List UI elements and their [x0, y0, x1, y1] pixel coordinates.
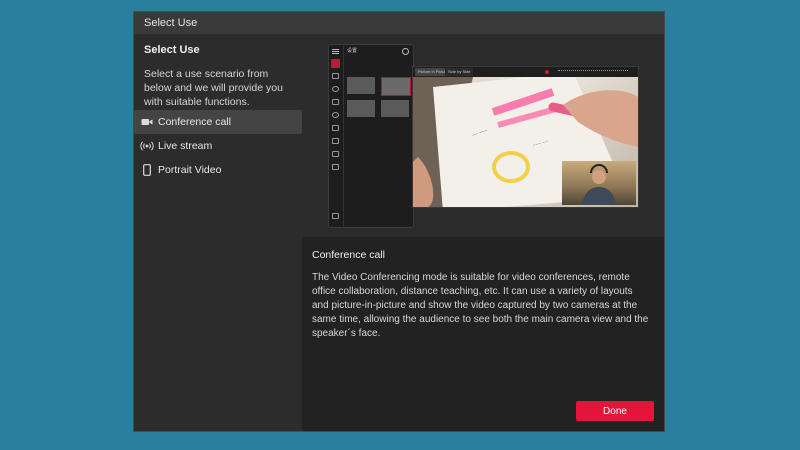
done-button[interactable]: Done — [576, 401, 654, 421]
tool-icon — [332, 73, 339, 79]
video-window-preview: Picture in Picture Side by Side ~~ ~~~ ~… — [412, 66, 639, 208]
layout-thumbnail — [381, 100, 409, 117]
picture-in-picture-speaker — [562, 161, 636, 205]
sidebar-heading: Select Use — [144, 44, 200, 56]
tool-icon — [332, 138, 339, 144]
tool-icon — [332, 86, 339, 92]
scenario-preview-image: 设置 Picture in Picture Side by Side ~~ ~~… — [302, 34, 664, 237]
video-toolbar: Picture in Picture Side by Side — [413, 67, 638, 77]
scenario-title: Conference call — [312, 249, 385, 261]
file-icon — [332, 213, 339, 219]
sidebar: Select Use Select a use scenario from be… — [134, 34, 302, 431]
video-camera-icon — [140, 110, 154, 134]
sidebar-item-conference-call[interactable]: Conference call — [134, 110, 302, 134]
sidebar-item-label: Live stream — [158, 140, 213, 152]
select-use-dialog: Select Use Select Use Select a use scena… — [133, 11, 665, 432]
tool-icon — [332, 164, 339, 170]
dialog-titlebar: Select Use — [134, 12, 664, 34]
main-camera-view: ~~ ~~~ ~~~ ~~ — [413, 77, 638, 207]
panel-icon-rail — [329, 45, 344, 227]
broadcast-icon — [140, 134, 154, 158]
scenario-description: The Video Conferencing mode is suitable … — [312, 272, 649, 339]
sidebar-item-label: Conference call — [158, 116, 231, 128]
tool-icon — [332, 125, 339, 131]
layout-thumbnail — [347, 77, 375, 94]
layout-thumbnail — [347, 100, 375, 117]
menu-icon — [332, 49, 339, 50]
video-tab: Side by Side — [445, 68, 474, 76]
active-tool-icon — [331, 59, 340, 68]
tool-icon — [332, 112, 339, 118]
scenario-details: Conference call The Video Conferencing m… — [302, 237, 664, 431]
settings-gear-icon — [402, 48, 409, 55]
speaker-portrait-image — [582, 164, 616, 205]
panel-title: 设置 — [347, 48, 358, 54]
tool-icon — [332, 151, 339, 157]
sidebar-description: Select a use scenario from below and we … — [144, 68, 283, 108]
toolbar-icons — [558, 70, 628, 75]
settings-panel-preview: 设置 — [328, 44, 414, 228]
sidebar-item-portrait-video[interactable]: Portrait Video — [134, 158, 302, 182]
layout-thumbnail — [381, 77, 411, 96]
record-icon — [545, 70, 549, 74]
phone-portrait-icon — [140, 158, 154, 182]
sidebar-item-label: Portrait Video — [158, 164, 222, 176]
sidebar-item-live-stream[interactable]: Live stream — [134, 134, 302, 158]
tool-icon — [332, 99, 339, 105]
